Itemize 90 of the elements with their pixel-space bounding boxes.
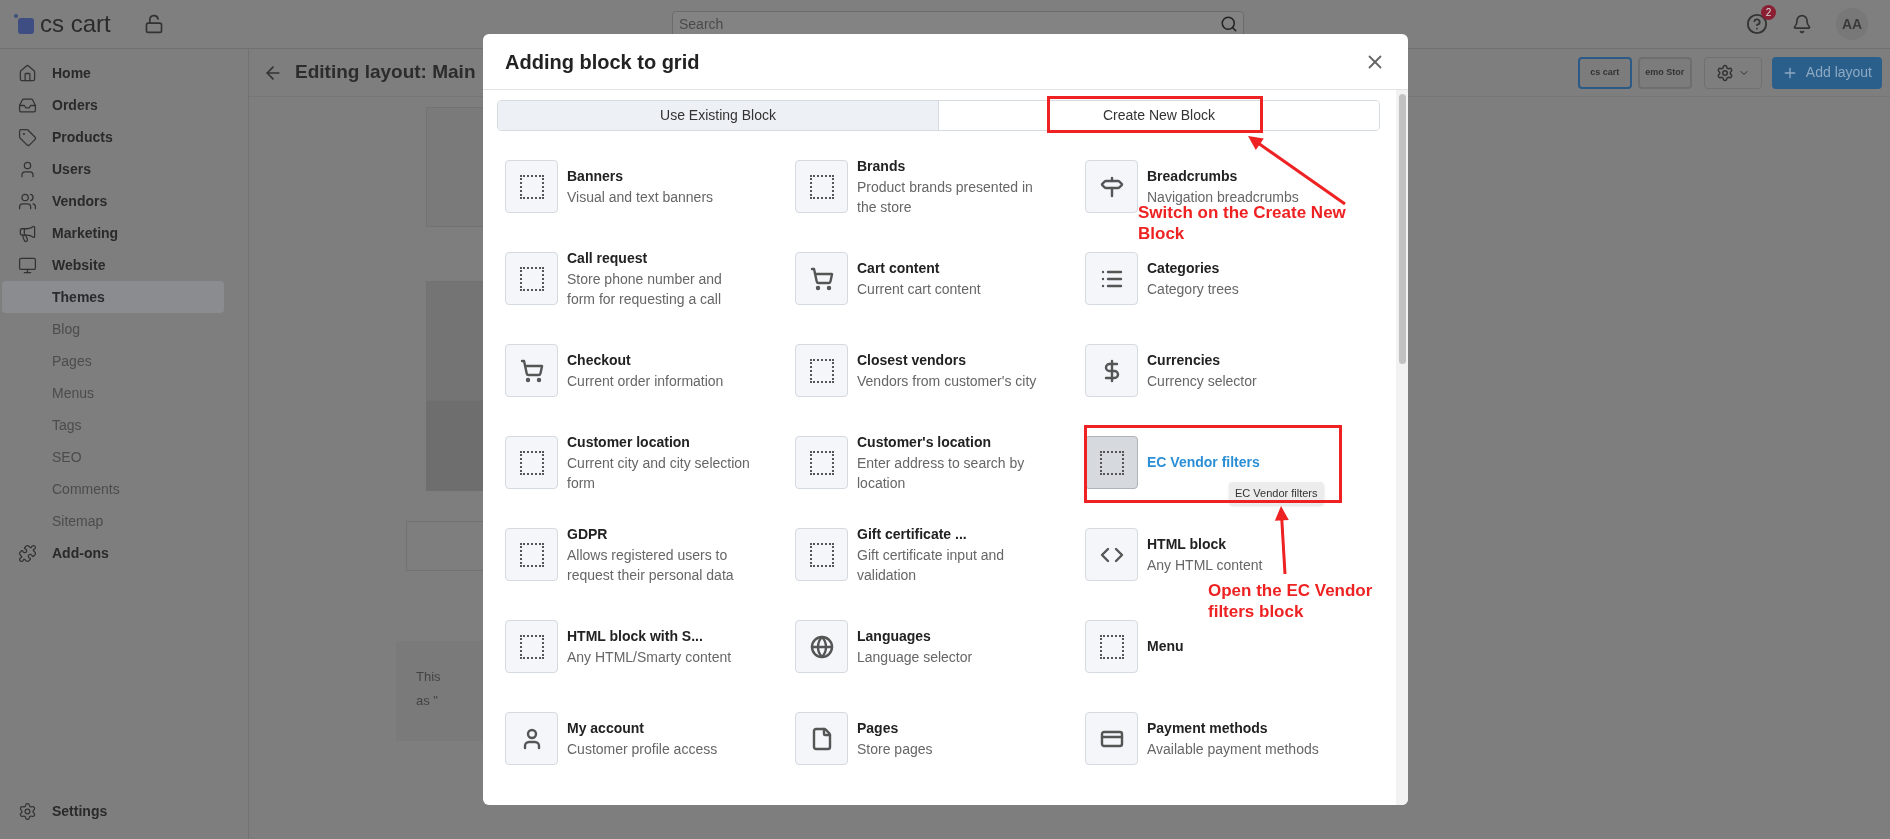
sidebar-item[interactable]: Marketing [2,217,224,249]
block-title[interactable]: My account [567,718,718,739]
block-title[interactable]: Cart content [857,258,981,279]
sidebar-item[interactable]: Products [2,121,224,153]
sidebar-item[interactable]: Users [2,153,224,185]
megaphone-icon [17,223,37,243]
home-icon [17,63,37,83]
block-description: Current cart content [857,280,981,299]
sidebar-item[interactable]: Orders [2,89,224,121]
bell-icon[interactable] [1792,14,1812,34]
block-description: Current city and city selection form [567,454,751,493]
dotted-square-icon [519,634,544,659]
settings-icon [1715,63,1734,82]
block-description: Enter address to search by location [857,454,1026,493]
sidebar-item[interactable]: Home [2,57,224,89]
dotted-square-icon [809,542,834,567]
sidebar-item[interactable]: Settings [2,795,224,827]
block-description: Available payment methods [1147,740,1319,759]
globe-icon [809,634,834,659]
block-title[interactable]: Closest vendors [857,350,1037,371]
block-description: Any HTML content [1147,556,1263,575]
block-description: Store phone number and form for requesting a call [567,270,723,309]
block-title[interactable]: HTML block [1147,534,1263,555]
block-title[interactable]: Payment methods [1147,718,1319,739]
block-description: Visual and text banners [567,188,714,207]
sidebar-item[interactable]: Vendors [2,185,224,217]
search-field[interactable]: Search [672,11,1244,37]
dotted-square-icon [809,450,834,475]
signpost-icon [1099,174,1124,199]
block-title[interactable]: Currencies [1147,350,1257,371]
block-title[interactable]: Pages [857,718,933,739]
block-title[interactable]: Call request [567,248,752,269]
dotted-square-icon [519,450,544,475]
block-description: Product brands presented in the store [857,178,1034,217]
sidebar-item[interactable]: Themes [2,281,224,313]
dotted-square-icon [519,174,544,199]
logo-text: cs cart [40,12,111,36]
block-title[interactable]: Brands [857,156,1042,177]
block-title[interactable]: Checkout [567,350,724,371]
block-description: Store pages [857,740,933,759]
dotted-square-icon [809,174,834,199]
block-description: Currency selector [1147,372,1257,391]
block-description: Category trees [1147,280,1239,299]
block-description: Current order information [567,372,724,391]
block-description: Vendors from customer's city [857,372,1037,391]
users-icon [17,191,37,211]
block-title[interactable]: GDPR [567,524,752,545]
cart-icon [519,358,544,383]
dotted-square-icon [1099,634,1124,659]
tab[interactable]: Create New Block [938,101,1379,130]
notification-badge: 2 [1761,5,1776,20]
block-title[interactable]: EC Vendor filters [1147,452,1260,473]
dotted-square-icon [809,358,834,383]
search-icon[interactable] [1220,15,1238,33]
cart-icon [809,266,834,291]
block-description: Customer profile access [567,740,718,759]
block-title[interactable]: Customer location [567,432,752,453]
modal-title: Adding block to grid [505,49,700,75]
annotation-arrow [1274,506,1289,575]
settings-dropdown[interactable] [1703,56,1762,89]
settings-icon [17,801,37,821]
block-description: Language selector [857,648,973,667]
annotation-text: Switch on the Create New Block [1138,203,1347,244]
block-description: Navigation breadcrumbs [1147,188,1299,205]
dotted-square-icon [1099,450,1124,475]
puzzle-icon [17,543,37,563]
logo-icon [14,14,34,34]
tag-icon [17,127,37,147]
block-title[interactable]: HTML block with S... [567,626,732,647]
block-description: Gift certificate input and validation [857,546,1006,585]
lock-icon[interactable] [144,14,164,34]
dotted-square-icon [519,542,544,567]
block-title[interactable]: Customer's location [857,432,1042,453]
block-title[interactable]: Languages [857,626,973,647]
block-title[interactable]: Banners [567,166,714,187]
dotted-square-icon [519,266,544,291]
block-description: Allows registered users to request their personal data [567,546,735,585]
block-description: Any HTML/Smarty content [567,648,732,667]
tab[interactable]: Use Existing Block [498,101,938,130]
scrollbar[interactable] [1396,90,1408,805]
block-title[interactable]: Gift certificate ... [857,524,1042,545]
page-title: Editing layout: Main [295,60,476,85]
sidebar-item[interactable]: Website [2,249,224,281]
block-title[interactable]: Categories [1147,258,1239,279]
block-title[interactable]: Breadcrumbs [1147,166,1299,187]
annotation-text: Open the EC Vendor filters block [1208,580,1374,622]
sidebar-item[interactable]: Add-ons [2,537,224,569]
block-title[interactable]: Menu [1147,636,1184,657]
monitor-icon [17,255,37,275]
help-icon[interactable] [1746,13,1768,35]
